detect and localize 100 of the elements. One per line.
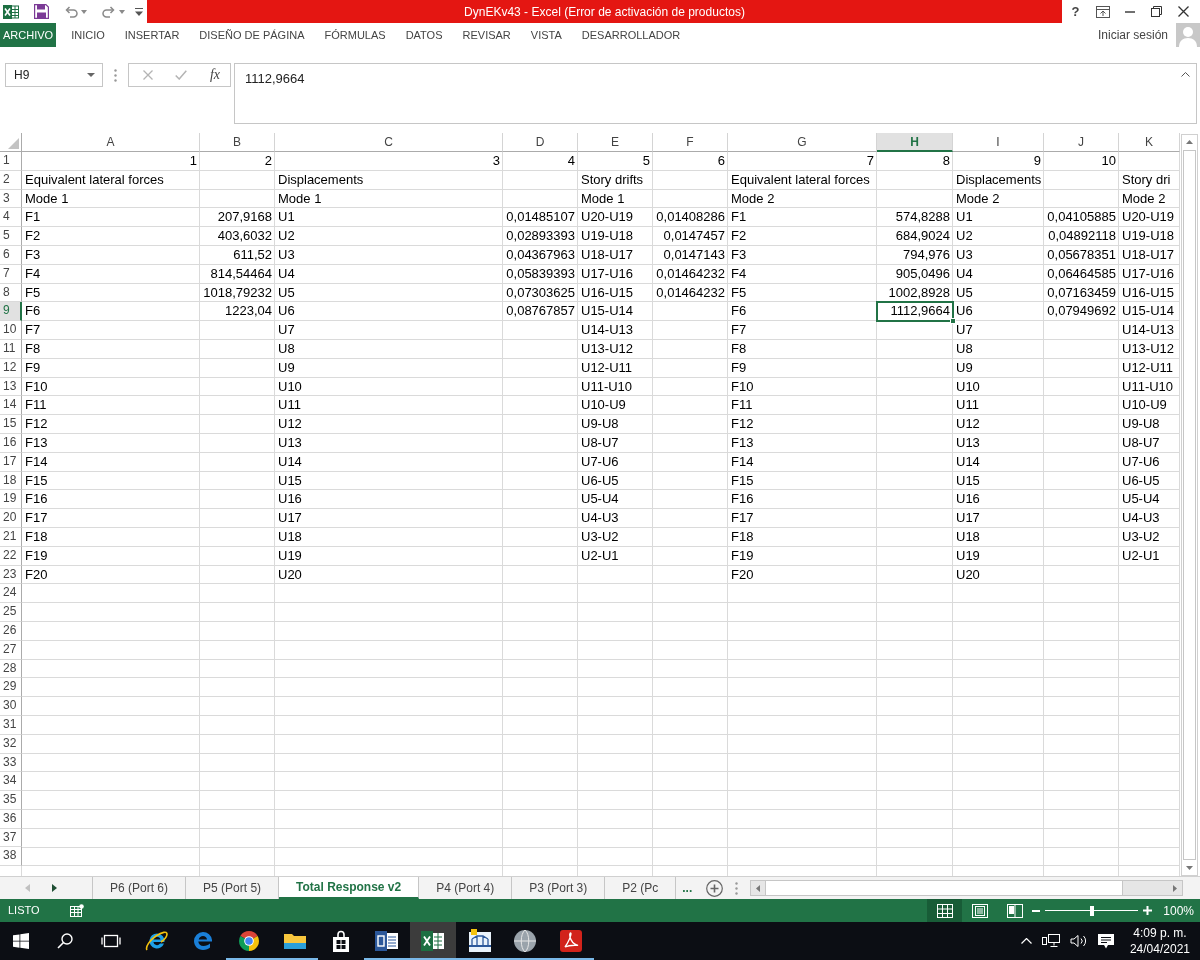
ribbon-tab[interactable]: VISTA (530, 24, 562, 46)
column-header[interactable]: A (22, 133, 200, 152)
table-cell-text: U2-U1 (580, 546, 620, 565)
row-header[interactable]: 35 (0, 791, 22, 810)
column-header[interactable]: I (953, 133, 1044, 152)
caret-down-icon[interactable] (81, 9, 87, 14)
ribbon-tab[interactable]: INSERTAR (124, 24, 180, 46)
column-header[interactable]: J (1044, 133, 1119, 152)
pdf-swirl-icon[interactable] (560, 930, 582, 952)
scrollbar-thumb[interactable] (1183, 150, 1196, 860)
column-header[interactable]: K (1119, 133, 1180, 152)
zoom-level[interactable]: 100% (1156, 901, 1200, 920)
row-header[interactable]: 38 (0, 847, 22, 867)
table-cell-text: F19 (24, 546, 49, 565)
help-button[interactable]: ? (1071, 1, 1080, 22)
row-header[interactable]: 29 (0, 678, 22, 698)
search-icon[interactable] (57, 933, 73, 949)
column-header[interactable]: F (653, 133, 728, 152)
row-header[interactable]: 34 (0, 772, 22, 792)
save-icon[interactable] (34, 4, 49, 19)
segmented-ball-icon[interactable] (238, 930, 260, 952)
page-break-icon[interactable] (1006, 903, 1023, 918)
row-header[interactable]: 20 (0, 509, 22, 528)
arrow-left-icon[interactable] (756, 884, 761, 892)
insert-function-button[interactable]: fx (209, 68, 220, 82)
start-icon[interactable] (13, 933, 29, 949)
row-header[interactable]: 15 (0, 415, 22, 434)
view-button[interactable] (927, 899, 962, 922)
row-header[interactable]: 24 (0, 584, 22, 604)
row-header[interactable]: 1 (0, 152, 22, 171)
folder-icon[interactable] (283, 931, 307, 951)
table-cell-text: U14 (955, 452, 981, 471)
file-tab[interactable]: ARCHIVO (0, 23, 57, 47)
restore-icon[interactable] (1151, 6, 1162, 17)
chevron-up-icon[interactable] (1181, 72, 1190, 77)
undo-icon[interactable] (63, 5, 79, 18)
scrollbar-thumb[interactable] (765, 881, 1123, 895)
taskbar-button[interactable] (410, 922, 456, 960)
row-header[interactable]: 30 (0, 697, 22, 716)
ribbon-display-icon[interactable] (1095, 5, 1110, 18)
row-header[interactable]: 25 (0, 603, 22, 622)
more-tabs-button[interactable]: ... (676, 877, 701, 899)
e-logo-icon[interactable] (192, 930, 214, 952)
column-header[interactable]: H (877, 133, 953, 152)
check-icon[interactable] (175, 70, 188, 80)
ribbon-tab[interactable]: FÓRMULAS (324, 24, 386, 46)
grid-view-icon[interactable] (936, 903, 953, 918)
slider-thumb[interactable] (1089, 905, 1094, 916)
column-header[interactable]: B (200, 133, 275, 152)
formula-field[interactable]: 1112,9664 (234, 63, 1197, 124)
row-header[interactable]: 4 (0, 208, 22, 228)
globe-icon[interactable] (513, 929, 537, 953)
e-orbit-logo-icon[interactable] (145, 929, 169, 953)
vertical-dots-icon[interactable] (735, 881, 739, 895)
row-header[interactable]: 9 (0, 302, 22, 322)
sign-in-link[interactable]: Iniciar sesión (1097, 26, 1168, 44)
caret-down-icon[interactable] (87, 73, 95, 77)
row-header[interactable]: 5 (0, 227, 22, 246)
column-header[interactable]: E (578, 133, 653, 152)
table-cell-text: 905,0496 (894, 264, 951, 283)
clock-date[interactable]: 24/04/2021 (1129, 941, 1190, 958)
row-header[interactable]: 19 (0, 490, 22, 510)
redo-icon[interactable] (101, 5, 117, 18)
arrow-right-icon[interactable] (1173, 884, 1177, 892)
document-icon[interactable] (375, 930, 399, 952)
spreadsheet-icon[interactable] (421, 930, 445, 952)
close-icon[interactable] (1178, 6, 1189, 17)
caret-down-icon[interactable] (119, 9, 125, 14)
minimize-icon[interactable] (1124, 10, 1135, 13)
ribbon-tab[interactable]: DESARROLLADOR (581, 24, 681, 46)
plus-icon[interactable] (1143, 906, 1152, 915)
menu-caret-icon[interactable] (135, 7, 143, 16)
speaker-icon[interactable] (1069, 934, 1087, 948)
task-view-icon[interactable] (101, 934, 121, 948)
page-layout-icon[interactable] (971, 903, 988, 918)
ribbon-tab[interactable]: DATOS (405, 24, 443, 46)
ribbon-tab[interactable]: INICIO (71, 24, 105, 46)
fill-handle-icon[interactable] (950, 318, 956, 325)
sheet-tab[interactable]: Total Response v2 (279, 877, 420, 899)
clock-time[interactable]: 4:09 p. m. (1133, 924, 1187, 941)
plus-circle-icon[interactable] (706, 879, 724, 897)
vertical-dots-icon[interactable] (114, 68, 117, 82)
column-header[interactable]: C (275, 133, 503, 152)
ribbon-tab[interactable]: DISEÑO DE PÁGINA (199, 24, 305, 46)
shopping-bag-icon[interactable] (331, 930, 351, 952)
row-header[interactable]: 14 (0, 396, 22, 416)
column-header[interactable]: G (728, 133, 877, 152)
spreadsheet-icon[interactable] (69, 904, 84, 917)
arrow-up-icon[interactable] (1186, 140, 1193, 144)
table-cell-text: 6 (716, 152, 726, 170)
name-box[interactable]: H9 (5, 63, 103, 87)
row-header[interactable]: 10 (0, 321, 22, 340)
minus-icon[interactable] (1032, 909, 1040, 912)
column-header[interactable]: D (503, 133, 578, 152)
ribbon-tab[interactable]: REVISAR (462, 24, 511, 46)
network-icon[interactable] (1041, 934, 1060, 948)
caret-right-icon[interactable] (52, 884, 57, 892)
notification-icon[interactable] (1096, 933, 1115, 949)
arrow-down-icon[interactable] (1186, 866, 1193, 870)
bridge-picture-icon[interactable] (467, 929, 491, 953)
